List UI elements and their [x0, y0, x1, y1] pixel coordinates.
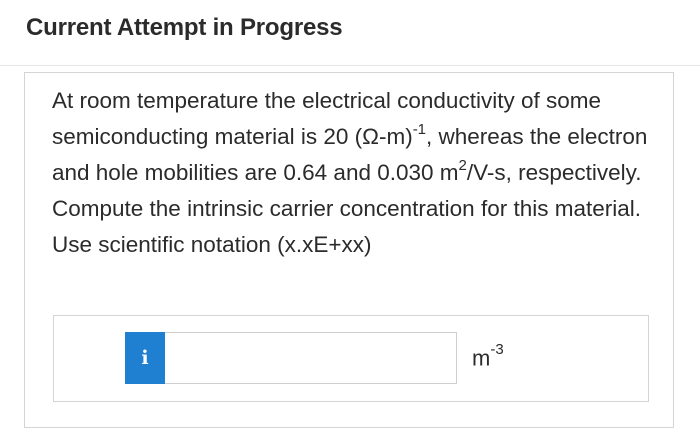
units-label: m-3	[472, 341, 504, 371]
header: Current Attempt in Progress	[0, 0, 700, 66]
question-text: At room temperature the electrical condu…	[52, 83, 652, 263]
info-icon[interactable]: i	[125, 332, 165, 384]
question-card: At room temperature the electrical condu…	[24, 72, 674, 428]
page: Current Attempt in Progress At room temp…	[0, 0, 700, 436]
conductivity-exponent: -1	[412, 120, 427, 138]
answer-input[interactable]	[165, 332, 457, 384]
answer-box: i m-3	[53, 315, 649, 402]
units-exponent: -3	[490, 341, 504, 358]
units-base: m	[472, 345, 491, 371]
page-title: Current Attempt in Progress	[26, 14, 343, 41]
mobility-unit-exponent: 2	[458, 156, 467, 174]
